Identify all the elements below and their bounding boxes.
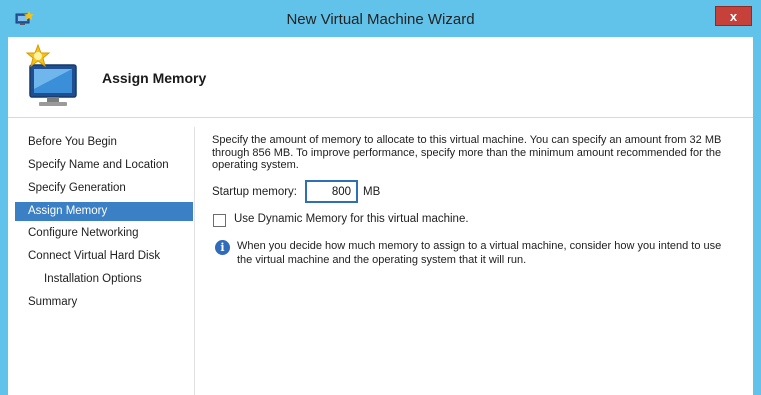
nav-step-configure-networking[interactable]: Configure Networking — [15, 224, 193, 243]
new-vm-wizard-icon — [25, 43, 77, 106]
nav-step-specify-generation[interactable]: Specify Generation — [15, 179, 193, 198]
memory-description: Specify the amount of memory to allocate… — [212, 134, 722, 171]
close-icon: x — [729, 8, 738, 24]
nav-step-connect-virtual-hard-disk[interactable]: Connect Virtual Hard Disk — [15, 247, 193, 266]
dynamic-memory-label[interactable]: Use Dynamic Memory for this virtual mach… — [234, 213, 469, 225]
nav-step-before-you-begin[interactable]: Before You Begin — [15, 133, 193, 152]
window-title: New Virtual Machine Wizard — [286, 11, 475, 28]
page-title: Assign Memory — [102, 70, 207, 86]
nav-step-summary[interactable]: Summary — [15, 293, 193, 312]
startup-memory-unit: MB — [363, 186, 381, 198]
nav-divider — [194, 127, 195, 395]
close-button[interactable]: x — [715, 6, 752, 26]
assign-memory-panel: Specify the amount of memory to allocate… — [212, 127, 747, 395]
nav-step-installation-options[interactable]: Installation Options — [15, 270, 193, 289]
wizard-step-list: Before You Begin Specify Name and Locati… — [8, 127, 194, 395]
dynamic-memory-checkbox[interactable] — [213, 214, 226, 227]
startup-memory-input[interactable] — [305, 180, 358, 203]
startup-memory-label: Startup memory: — [212, 186, 297, 198]
nav-step-specify-name-and-location[interactable]: Specify Name and Location — [15, 156, 193, 175]
wizard-header: Assign Memory — [8, 37, 753, 116]
info-icon: i — [215, 240, 230, 255]
wizard-client-area: Assign Memory Before You Begin Specify N… — [8, 37, 753, 395]
wizard-window: New Virtual Machine Wizard x Assign Memo… — [0, 0, 761, 395]
nav-step-assign-memory[interactable]: Assign Memory — [15, 202, 193, 221]
memory-info-text: When you decide how much memory to assig… — [237, 240, 722, 266]
header-divider — [8, 117, 753, 118]
title-bar[interactable]: New Virtual Machine Wizard x — [0, 0, 761, 37]
